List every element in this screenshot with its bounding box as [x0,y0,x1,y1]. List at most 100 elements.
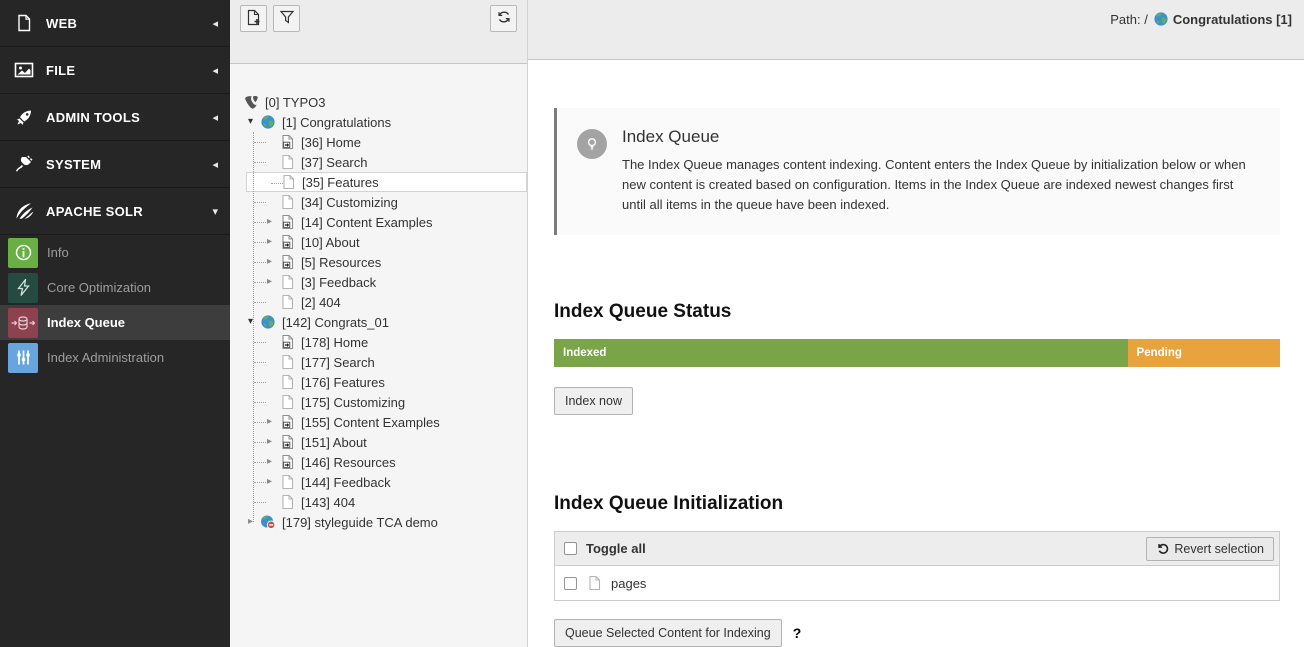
tree-node-151-about[interactable]: ▸[151] About [230,432,527,452]
sidebar-item-index-queue[interactable]: Index Queue [0,305,230,340]
globe-icon [260,114,276,130]
tree-node-142-congrats-01[interactable]: ▾ [142] Congrats_01 [230,312,527,332]
tree-node-2-404[interactable]: [2] 404 [230,292,527,312]
tree-node-label: [175] Customizing [301,395,405,410]
tree-node-label: [36] Home [301,135,361,150]
module-group-admin-tools[interactable]: ADMIN TOOLS◂ [0,94,230,141]
tree-node-5-resources[interactable]: ▸ [5] Resources [230,252,527,272]
module-group-system[interactable]: SYSTEM◂ [0,141,230,188]
expand-toggle-icon[interactable]: ▸ [267,417,279,427]
init-heading: Index Queue Initialization [554,493,1280,515]
module-group-web[interactable]: WEB◂ [0,0,230,47]
tree-node-label: [34] Customizing [301,195,398,210]
globe-icon [1153,11,1169,27]
sidebar-item-label: Info [47,245,69,260]
tree-node-label: [10] About [301,235,360,250]
expand-toggle-icon[interactable]: ▸ [267,217,279,227]
page-icon [279,274,295,290]
expand-toggle-icon[interactable]: ▸ [267,477,279,487]
tree-node-label: [143] 404 [301,495,355,510]
filter-button[interactable] [273,5,300,32]
tree-node-label: [155] Content Examples [301,415,440,430]
typo3-icon [243,94,259,110]
path-prefix: Path: / [1110,12,1148,27]
tree-node-155-content-examples[interactable]: ▸ [155] Content Examples [230,412,527,432]
collapse-toggle-icon[interactable]: ▾ [248,317,260,327]
tree-node-144-feedback[interactable]: ▸ [144] Feedback [230,472,527,492]
page-shortcut-icon [279,434,295,450]
page-icon [279,474,295,490]
tree-node-36-home[interactable]: [36] Home [230,132,527,152]
sidebar-item-label: Index Administration [47,350,164,365]
typo3-backend: WEB◂FILE◂ADMIN TOOLS◂SYSTEM◂APACHE SOLR▾… [0,0,1304,647]
expand-toggle-icon[interactable]: ▸ [248,517,260,527]
expand-toggle-icon[interactable]: ▸ [267,257,279,267]
expand-toggle-icon[interactable]: ▸ [267,237,279,247]
tree-node-1-congratulations[interactable]: ▾[1] Congratulations [230,112,527,132]
sidebar-item-label: Core Optimization [47,280,151,295]
tree-node-label: [146] Resources [301,455,396,470]
revert-selection-label: Revert selection [1174,542,1264,556]
sidebar-item-core-optimization[interactable]: Core Optimization [0,270,230,305]
chevron-left-icon: ◂ [212,64,218,77]
page-shortcut-icon [279,134,295,150]
sidebar-item-info[interactable]: Info [0,235,230,270]
tree-node-143-404[interactable]: [143] 404 [230,492,527,512]
module-group-label: SYSTEM [46,157,212,172]
breadcrumb: Path: / Congratulations [1] [1110,10,1292,28]
expand-toggle-icon[interactable]: ▸ [267,277,279,287]
tree-node-177-search[interactable]: [177] Search [230,352,527,372]
info-icon [8,238,38,268]
tree-node-146-resources[interactable]: ▸ [146] Resources [230,452,527,472]
tree-node-178-home[interactable]: [178] Home [230,332,527,352]
row-checkbox-pages[interactable] [564,577,577,590]
queue-selected-button[interactable]: Queue Selected Content for Indexing [554,619,782,647]
init-table-header: Toggle all Revert selection [555,532,1279,566]
tree-node-label: [142] Congrats_01 [282,315,389,330]
tree-node-37-search[interactable]: [37] Search [230,152,527,172]
refresh-tree-button[interactable] [490,5,517,32]
page-tree: [0] TYPO3▾[1] Congratulations [36] Home [3… [230,64,527,647]
tree-node-0-typo3[interactable]: [0] TYPO3 [230,92,527,112]
module-group-label: ADMIN TOOLS [46,110,212,125]
expand-toggle-icon[interactable]: ▸ [267,437,279,447]
image-icon [13,59,35,81]
new-page-button[interactable] [240,5,267,32]
page-icon [279,294,295,310]
page-icon [279,494,295,510]
sidebar-item-label: Index Queue [47,315,125,330]
init-table: Toggle all Revert selection pages [554,531,1280,601]
tree-node-14-content-examples[interactable]: ▸[14] Content Examples [230,212,527,232]
revert-selection-button[interactable]: Revert selection [1146,537,1274,561]
queue-icon [8,308,38,338]
tree-node-label: [144] Feedback [301,475,391,490]
help-question-mark[interactable]: ? [793,625,802,641]
chevron-down-icon: ▾ [212,205,218,218]
tree-node-35-features[interactable]: [35] Features [246,172,527,192]
module-group-apache-solr[interactable]: APACHE SOLR▾ [0,188,230,235]
collapse-toggle-icon[interactable]: ▾ [248,117,260,127]
tree-node-176-features[interactable]: [176] Features [230,372,527,392]
plug-icon [13,153,35,175]
tree-node-3-feedback[interactable]: ▸[3] Feedback [230,272,527,292]
expand-toggle-icon[interactable]: ▸ [267,457,279,467]
refresh-icon [496,9,512,28]
toggle-all-label: Toggle all [586,541,1146,556]
page-shortcut-icon [279,214,295,230]
tree-node-34-customizing[interactable]: [34] Customizing [230,192,527,212]
tree-node-label: [176] Features [301,375,385,390]
tree-node-label: [5] Resources [301,255,381,270]
sidebar-item-index-administration[interactable]: Index Administration [0,340,230,375]
module-content: Path: / Congratulations [1] Index Queue … [528,0,1304,647]
module-group-file[interactable]: FILE◂ [0,47,230,94]
toggle-all-checkbox[interactable] [564,542,577,555]
chevron-left-icon: ◂ [212,17,218,30]
tree-node-175-customizing[interactable]: [175] Customizing [230,392,527,412]
page-shortcut-icon [279,234,295,250]
tree-node-179-styleguide-tca-demo[interactable]: ▸[179] styleguide TCA demo [230,512,527,532]
module-group-label: FILE [46,63,212,78]
index-now-button[interactable]: Index now [554,387,633,415]
tree-indent-guide [253,132,254,522]
tree-node-10-about[interactable]: ▸ [10] About [230,232,527,252]
sliders-icon [8,343,38,373]
